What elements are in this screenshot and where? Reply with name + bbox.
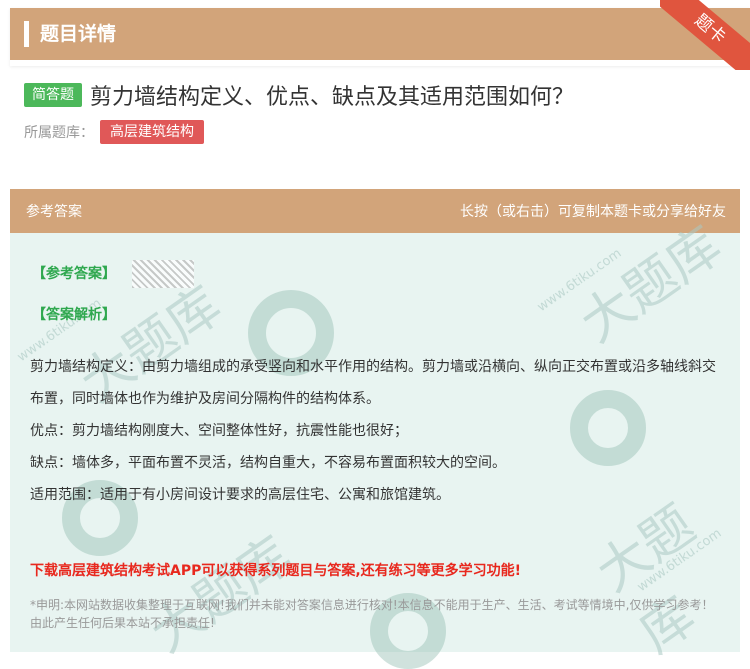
download-app-promo[interactable]: 下载高层建筑结构考试APP可以获得系列题目与答案,还有练习等更多学习功能! <box>30 560 521 580</box>
answer-header: 参考答案 长按（或右击）可复制本题卡或分享给好友 <box>10 189 740 233</box>
question-text: 剪力墙结构定义、优点、缺点及其适用范围如何？ <box>90 85 575 110</box>
page-header: 题目详情 <box>10 8 750 60</box>
analysis-paragraph: 缺点：墙体多，平面布置不灵活，结构自重大，不容易布置面积较大的空间。 <box>30 455 506 471</box>
reference-answer-label: 【参考答案】 <box>32 266 116 282</box>
answer-body: 大题库 大题库 大题库 大题库 www.6tiku.com www.6tiku.… <box>10 216 740 669</box>
disclaimer: *申明:本网站数据收集整理于互联网!我们并未能对答案信息进行核对!本信息不能用于… <box>30 598 714 630</box>
watermark-text: 大题库 <box>140 525 303 665</box>
ribbon-label: 题卡 <box>660 0 750 70</box>
analysis-paragraph: 优点：剪力墙结构刚度大、空间整体性好，抗震性能也很好； <box>30 423 408 439</box>
analysis-paragraph: 剪力墙结构定义：由剪力墙组成的承受竖向和水平作用的结构。剪力墙或沿横向、纵向正交… <box>30 359 716 407</box>
question-line: 简答题 剪力墙结构定义、优点、缺点及其适用范围如何？ <box>24 80 574 110</box>
bank-label: 所属题库： <box>24 125 94 141</box>
analysis-label: 【答案解析】 <box>32 307 116 323</box>
question-bank-line: 所属题库： 高层建筑结构 <box>24 120 204 144</box>
bank-tag-link[interactable]: 高层建筑结构 <box>100 120 204 144</box>
answer-header-label: 参考答案 <box>26 204 82 220</box>
header-accent-bar <box>24 21 29 47</box>
question-type-tag: 简答题 <box>24 83 82 107</box>
page-title: 题目详情 <box>40 23 117 45</box>
corner-ribbon: 题卡 <box>660 0 750 70</box>
answer-image <box>132 260 194 288</box>
analysis-paragraph: 适用范围：适用于有小房间设计要求的高层住宅、公寓和旅馆建筑。 <box>30 487 450 503</box>
analysis-content: 剪力墙结构定义：由剪力墙组成的承受竖向和水平作用的结构。剪力墙或沿横向、纵向正交… <box>30 351 720 511</box>
